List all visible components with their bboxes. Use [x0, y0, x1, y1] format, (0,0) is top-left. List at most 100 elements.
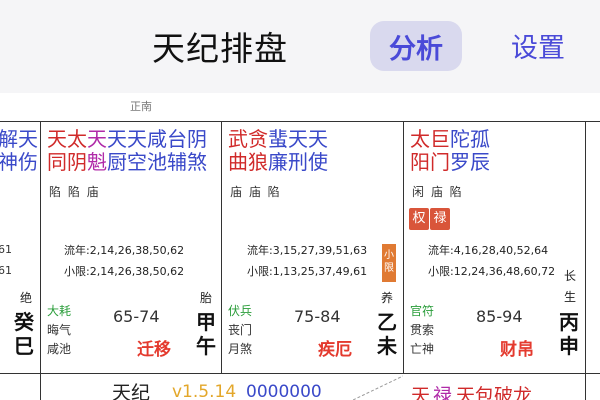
decade-range: 85-94 — [476, 307, 523, 326]
xiaoxian-text: 61 — [0, 264, 12, 277]
star-row: 曲狼廉刑使 — [228, 151, 328, 174]
analyze-button[interactable]: 分析 — [370, 21, 462, 71]
life-stage: 胎 — [200, 291, 213, 305]
liunian-text: 流年:4,16,28,40,52,64 — [428, 244, 549, 257]
spirit-boshi: 伏兵 — [228, 304, 253, 318]
decorative-divider-line — [353, 375, 403, 400]
life-stage: 长生 — [564, 269, 577, 304]
star-char: 台 — [167, 127, 187, 151]
life-stage: 养 — [381, 291, 394, 305]
spirits-list: 官符 贯索 亡神 — [410, 302, 434, 359]
ganzhi: 癸巳 — [14, 310, 34, 358]
palace-stars: 解天 神伤 — [0, 128, 38, 174]
star-char: 阴 — [187, 127, 207, 151]
star-row: 神伤 — [0, 150, 38, 174]
star-char: 天 — [107, 127, 127, 151]
spirit-suiqian: 晦气 — [47, 323, 72, 337]
spirit-boshi: 大耗 — [47, 304, 72, 318]
star-char: 孤 — [470, 127, 490, 151]
transformation-tags: 权禄 — [409, 207, 451, 230]
star-char: 天 — [47, 127, 67, 151]
settings-button[interactable]: 设置 — [511, 26, 565, 65]
star-char: 厨 — [107, 150, 127, 174]
liunian-text: 流年:2,14,26,38,50,62 — [64, 244, 185, 257]
center-code: 0000000 — [246, 382, 322, 400]
ganzhi: 甲午 — [196, 310, 216, 358]
spirit-suiqian: 贯索 — [410, 323, 435, 337]
palace-stars: 天太天天天咸台阴 同阴魁厨空池辅煞 — [47, 128, 207, 174]
star-row: 武贪蜚天天 — [228, 128, 328, 151]
star-char: 罗 — [450, 150, 470, 174]
transformation-tag: 权 — [409, 208, 429, 230]
palace-name: 疾厄 — [318, 340, 352, 360]
star-char: 天 — [87, 127, 107, 151]
life-stage: 绝 — [20, 291, 33, 305]
brightness-row: 庙 庙 陷 — [230, 185, 280, 199]
star-row: 太巨陀孤 — [410, 128, 490, 151]
star-char: 贪 — [248, 127, 268, 151]
direction-label: 正南 — [130, 100, 152, 113]
star-char: 曲 — [228, 150, 248, 174]
top-bar: 天纪排盘 分析 设置 — [0, 0, 600, 93]
star-char: 陀 — [450, 127, 470, 151]
xiaoxian-text: 小限:12,24,36,48,60,72 — [428, 265, 556, 278]
liunian-text: 流年:3,15,27,39,51,63 — [247, 244, 368, 257]
star-char: 巨 — [430, 127, 450, 151]
star-char: 咸 — [147, 127, 167, 151]
app-root: 天纪排盘 分析 设置 正南 解天 神伤 61 61 绝 癸巳 天太天天天咸台阴 … — [0, 0, 600, 400]
center-version: v1.5.14 — [172, 382, 237, 400]
star-char: 辰 — [470, 150, 490, 174]
spirit-boshi: 官符 — [410, 304, 435, 318]
xiaoxian-text: 小限:1,13,25,37,49,61 — [247, 265, 368, 278]
palace-si[interactable]: 解天 神伤 61 61 绝 癸巳 — [0, 121, 40, 373]
spirit-jiangqian: 亡神 — [410, 342, 435, 356]
star-row: 天太天天天咸台阴 — [47, 128, 207, 151]
palace-shen[interactable]: 太巨陀孤 阳门罗辰 闲 庙 陷 权禄 流年:4,16,28,40,52,64 小… — [404, 121, 585, 373]
spirits-list: 伏兵 丧门 月煞 — [228, 302, 252, 359]
spirits-list: 大耗 晦气 咸池 — [47, 302, 71, 359]
star-char: 使 — [308, 150, 328, 174]
grid-line-v4 — [585, 121, 586, 400]
palace-wei[interactable]: 武贪蜚天天 曲狼廉刑使 庙 庙 陷 流年:3,15,27,39,51,63 小限… — [222, 121, 403, 373]
star-char: 池 — [147, 150, 167, 174]
bottom-star: 禄 — [433, 385, 453, 400]
grid-line-bottom — [0, 373, 600, 374]
star-char: 门 — [430, 150, 450, 174]
center-app-name: 天纪 — [112, 382, 151, 400]
brightness-row: 闲 庙 陷 — [412, 185, 462, 199]
palace-name: 财帛 — [500, 340, 534, 360]
star-char: 辅 — [167, 150, 187, 174]
palace-wu[interactable]: 天太天天天咸台阴 同阴魁厨空池辅煞 陷 陷 庙 流年:2,14,26,38,50… — [41, 121, 221, 373]
star-char: 煞 — [187, 150, 207, 174]
star-char: 狼 — [248, 150, 268, 174]
palace-stars: 武贪蜚天天 曲狼廉刑使 — [228, 128, 328, 174]
spirit-jiangqian: 咸池 — [47, 342, 72, 356]
star-char: 魁 — [87, 150, 107, 174]
star-char: 天 — [308, 127, 328, 151]
spirit-jiangqian: 月煞 — [228, 342, 253, 356]
star-char: 空 — [127, 150, 147, 174]
star-row: 阳门罗辰 — [410, 151, 490, 174]
decade-range: 75-84 — [294, 307, 341, 326]
star-char: 天 — [127, 127, 147, 151]
star-char: 太 — [410, 127, 430, 151]
spirit-suiqian: 丧门 — [228, 323, 253, 337]
star-char: 阳 — [410, 150, 430, 174]
app-title: 天纪排盘 — [152, 29, 288, 68]
bottom-star: 天包破龙 — [456, 385, 533, 400]
palace-stars: 太巨陀孤 阳门罗辰 — [410, 128, 490, 174]
star-row: 解天 — [0, 127, 38, 151]
ganzhi: 乙未 — [377, 310, 397, 358]
liunian-text: 61 — [0, 243, 12, 256]
star-char: 阴 — [67, 150, 87, 174]
star-char: 武 — [228, 127, 248, 151]
star-char: 同 — [47, 150, 67, 174]
xiaoxian-text: 小限:2,14,26,38,50,62 — [64, 265, 185, 278]
star-char: 太 — [67, 127, 87, 151]
decade-range: 65-74 — [113, 307, 160, 326]
star-char: 蜚 — [268, 127, 288, 151]
star-row: 同阴魁厨空池辅煞 — [47, 151, 207, 174]
star-char: 刑 — [288, 150, 308, 174]
bottom-star: 天 — [411, 385, 431, 400]
brightness-row: 陷 陷 庙 — [49, 185, 99, 199]
